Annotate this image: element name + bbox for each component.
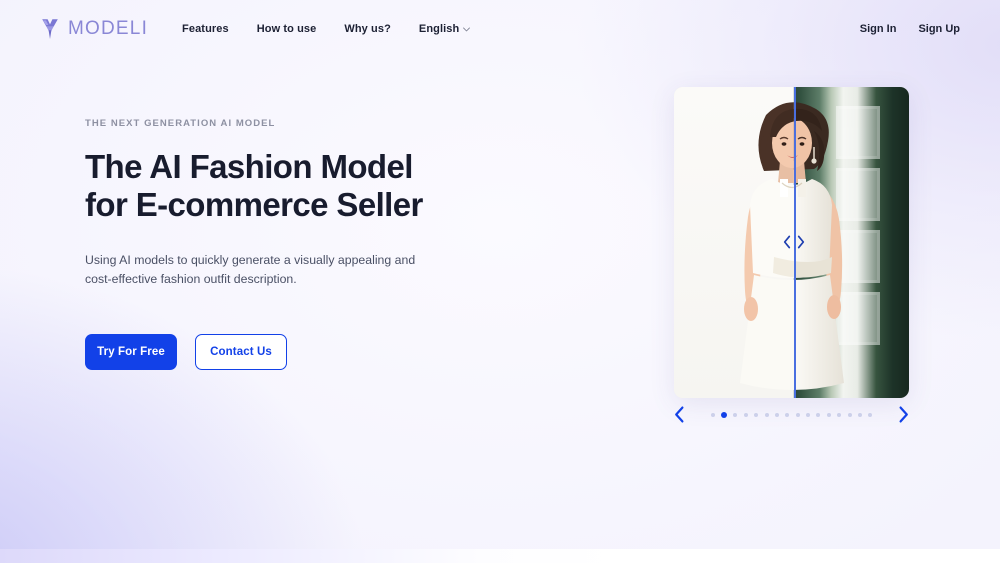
- brand-logo[interactable]: MODELI: [40, 18, 148, 40]
- carousel-dots: [710, 411, 873, 418]
- carousel-dot[interactable]: [754, 412, 759, 417]
- carousel-dot[interactable]: [858, 412, 863, 417]
- hero-cta-row: Try For Free Contact Us: [85, 334, 565, 371]
- carousel-dot[interactable]: [806, 412, 811, 417]
- try-for-free-button[interactable]: Try For Free: [85, 334, 177, 371]
- compare-slider-handle[interactable]: [783, 235, 805, 249]
- nav-link-features[interactable]: Features: [182, 23, 229, 35]
- carousel-dot[interactable]: [868, 412, 873, 417]
- carousel-prev-button[interactable]: [674, 406, 685, 423]
- bottom-gradient-strip: [0, 549, 1000, 563]
- language-selector[interactable]: English: [418, 23, 471, 35]
- chevron-down-icon: [463, 27, 471, 32]
- carousel-controls: [674, 406, 909, 423]
- chevron-right-icon: [797, 235, 805, 249]
- carousel-dot[interactable]: [847, 412, 852, 417]
- contact-us-button[interactable]: Contact Us: [195, 334, 287, 371]
- carousel-dot[interactable]: [826, 412, 831, 417]
- carousel-dot[interactable]: [785, 412, 790, 417]
- butterfly-logo-icon: [40, 18, 60, 40]
- carousel-dot[interactable]: [764, 412, 769, 417]
- hero-subcopy: Using AI models to quickly generate a vi…: [85, 252, 416, 287]
- hero-media-block: [674, 87, 909, 398]
- chevron-left-icon: [783, 235, 791, 249]
- landing-page: MODELI Features How to use Why us? Engli…: [0, 0, 1000, 563]
- hero-copy-block: THE NEXT GENERATION AI MODEL The AI Fash…: [85, 118, 565, 371]
- carousel-dot[interactable]: [837, 412, 842, 417]
- sign-up-button[interactable]: Sign Up: [918, 23, 960, 35]
- nav-auth-group: Sign In Sign Up: [860, 23, 960, 35]
- hero-eyebrow: THE NEXT GENERATION AI MODEL: [85, 118, 276, 129]
- carousel-next-button[interactable]: [898, 406, 909, 423]
- brand-name: MODELI: [68, 18, 149, 39]
- top-navigation-bar: MODELI Features How to use Why us? Engli…: [0, 0, 1000, 58]
- page-title: The AI Fashion Model for E-commerce Sell…: [85, 148, 423, 224]
- carousel-dot[interactable]: [795, 412, 800, 417]
- carousel-dot[interactable]: [733, 412, 738, 417]
- nav-link-how-to-use[interactable]: How to use: [257, 23, 317, 35]
- carousel-dot[interactable]: [720, 411, 727, 418]
- carousel-dot[interactable]: [774, 412, 779, 417]
- nav-links: Features How to use Why us? English: [182, 23, 471, 35]
- sign-in-button[interactable]: Sign In: [860, 23, 897, 35]
- carousel-dot[interactable]: [816, 412, 821, 417]
- nav-link-why-us[interactable]: Why us?: [344, 23, 391, 35]
- carousel-dot[interactable]: [710, 412, 715, 417]
- before-after-compare-slider[interactable]: [674, 87, 909, 398]
- carousel-dot[interactable]: [743, 412, 748, 417]
- language-label: English: [418, 23, 460, 35]
